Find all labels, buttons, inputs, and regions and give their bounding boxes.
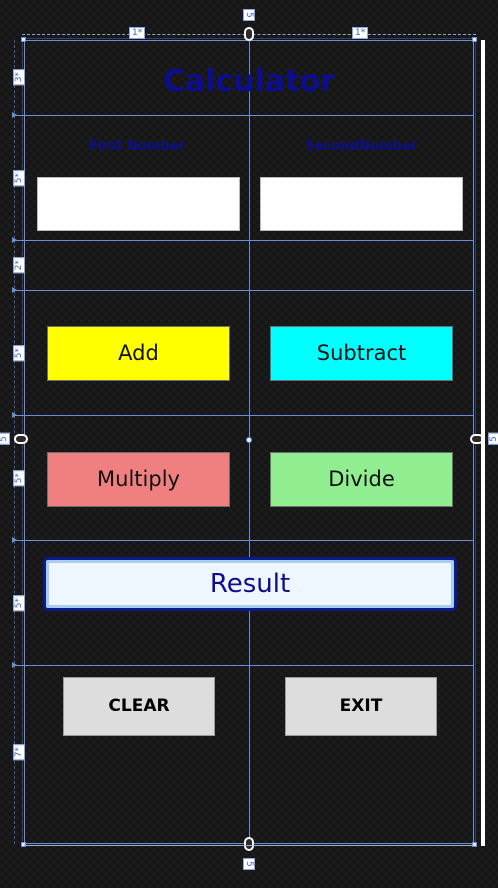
corner-handle[interactable] — [472, 37, 477, 42]
row-marker-arrow[interactable] — [12, 412, 17, 418]
row-separator — [12, 240, 474, 241]
row-marker-arrow[interactable] — [12, 112, 17, 118]
row-size-tag[interactable]: 2* — [13, 257, 25, 274]
anchor-chain-icon[interactable] — [14, 434, 28, 444]
result-display: Result — [43, 557, 457, 611]
column-size-tag[interactable]: 1* — [129, 27, 146, 39]
window-bottom-edge — [24, 845, 474, 846]
row-separator — [12, 115, 474, 116]
row-size-tag[interactable]: 7* — [13, 744, 25, 761]
anchor-chain-icon[interactable] — [244, 837, 254, 851]
page-title: Calculator — [163, 64, 335, 99]
margin-right-tag[interactable]: 5 — [488, 433, 498, 445]
row-separator — [12, 415, 474, 416]
row-size-tag[interactable]: 5* — [13, 595, 25, 612]
window-right-edge — [481, 40, 485, 846]
row-size-tag[interactable]: 5* — [13, 170, 25, 187]
margin-left-tag[interactable]: 5 — [0, 433, 10, 445]
clear-button[interactable]: CLEAR — [63, 677, 215, 736]
row-separator — [12, 290, 474, 291]
column-size-tag[interactable]: 1* — [352, 27, 369, 39]
margin-top-tag[interactable]: 5 — [243, 9, 255, 21]
row-marker-arrow[interactable] — [12, 287, 17, 293]
second-number-label: SecondNumber — [305, 139, 418, 154]
add-button[interactable]: Add — [47, 326, 230, 381]
margin-bottom-tag[interactable]: 5 — [243, 858, 255, 870]
center-handle[interactable] — [246, 437, 252, 443]
row-separator — [12, 540, 474, 541]
first-number-label: First Number — [88, 139, 186, 154]
multiply-button[interactable]: Multiply — [47, 452, 230, 507]
row-size-tag[interactable]: 5* — [13, 470, 25, 487]
exit-button[interactable]: EXIT — [285, 677, 437, 736]
second-number-input[interactable] — [260, 177, 463, 231]
anchor-chain-icon[interactable] — [244, 27, 254, 41]
row-marker-arrow[interactable] — [12, 537, 17, 543]
divide-button[interactable]: Divide — [270, 452, 453, 507]
subtract-button[interactable]: Subtract — [270, 326, 453, 381]
corner-handle[interactable] — [21, 37, 26, 42]
first-number-input[interactable] — [37, 177, 240, 231]
row-marker-arrow[interactable] — [12, 662, 17, 668]
row-size-tag[interactable]: 5* — [13, 345, 25, 362]
row-separator — [12, 665, 474, 666]
row-marker-arrow[interactable] — [12, 237, 17, 243]
